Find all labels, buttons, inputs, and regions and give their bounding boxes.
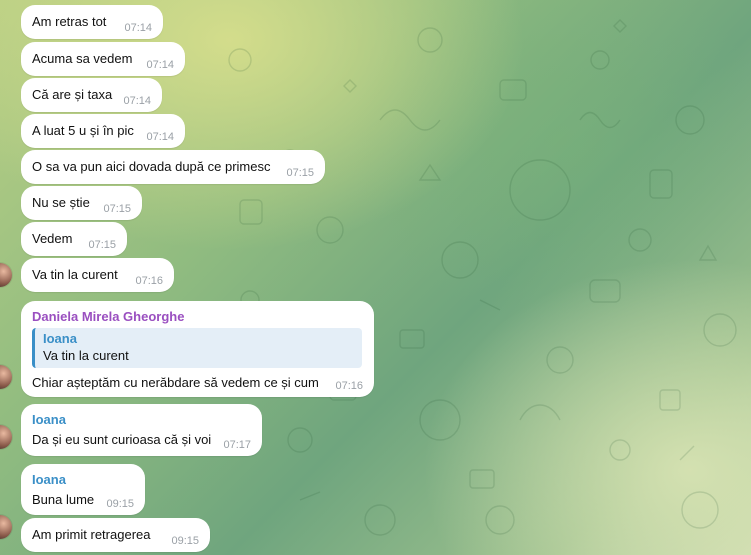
message-text: Acuma sa vedem: [32, 51, 133, 66]
message-time: 07:17: [223, 439, 251, 451]
message-bubble[interactable]: A luat 5 u și în pic 07:14: [21, 114, 185, 148]
message-time: 09:15: [106, 498, 134, 510]
sender-name[interactable]: Daniela Mirela Gheorghe: [32, 309, 362, 325]
message-text: Am retras tot: [32, 14, 107, 29]
message-time: 07:15: [88, 239, 116, 251]
message-bubble[interactable]: Nu se știe 07:15: [21, 186, 142, 220]
message-bubble[interactable]: Ioana Da și eu sunt curioasa că și voi 0…: [21, 404, 262, 456]
message-time: 07:16: [135, 275, 163, 287]
message-bubble[interactable]: O sa va pun aici dovada după ce primesc …: [21, 150, 325, 184]
message-text: O sa va pun aici dovada după ce primesc: [32, 159, 271, 174]
quoted-reply[interactable]: Ioana Va tin la curent: [32, 328, 362, 368]
message-text: A luat 5 u și în pic: [32, 123, 134, 138]
sender-name[interactable]: Ioana: [32, 412, 250, 428]
message-time: 07:14: [124, 22, 152, 34]
message-bubble[interactable]: Am primit retragerea 09:15: [21, 518, 210, 552]
sender-name[interactable]: Ioana: [32, 472, 133, 488]
message-time: 07:14: [146, 59, 174, 71]
message-time: 07:14: [123, 95, 151, 107]
avatar[interactable]: [0, 263, 12, 287]
message-bubble[interactable]: Va tin la curent 07:16: [21, 258, 174, 292]
message-text: Va tin la curent: [32, 267, 118, 282]
message-bubble[interactable]: Că are și taxa 07:14: [21, 78, 162, 112]
message-text: Chiar așteptăm cu nerăbdare să vedem ce …: [32, 375, 319, 390]
message-text: Buna lume: [32, 492, 95, 507]
message-time: 07:15: [286, 167, 314, 179]
reply-message-bubble[interactable]: Daniela Mirela Gheorghe Ioana Va tin la …: [21, 301, 374, 397]
avatar[interactable]: [0, 425, 12, 449]
message-text: Că are și taxa: [32, 87, 113, 102]
message-bubble[interactable]: Acuma sa vedem 07:14: [21, 42, 185, 76]
message-time: 07:14: [146, 131, 174, 143]
message-text: Vedem: [32, 231, 73, 246]
message-bubble[interactable]: Ioana Buna lume 09:15: [21, 464, 145, 515]
message-bubble[interactable]: Am retras tot 07:14: [21, 5, 163, 39]
message-bubble[interactable]: Vedem 07:15: [21, 222, 127, 256]
message-text: Nu se știe: [32, 195, 90, 210]
quoted-sender-name: Ioana: [43, 331, 77, 346]
avatar[interactable]: [0, 515, 12, 539]
message-text: Am primit retragerea: [32, 527, 151, 542]
message-list[interactable]: Am retras tot 07:14 Acuma sa vedem 07:14…: [0, 0, 751, 555]
avatar[interactable]: [0, 365, 12, 389]
message-time: 07:16: [335, 380, 363, 392]
message-time: 09:15: [171, 535, 199, 547]
message-text: Da și eu sunt curioasa că și voi: [32, 432, 212, 447]
quoted-text: Va tin la curent: [43, 348, 129, 363]
message-time: 07:15: [103, 203, 131, 215]
